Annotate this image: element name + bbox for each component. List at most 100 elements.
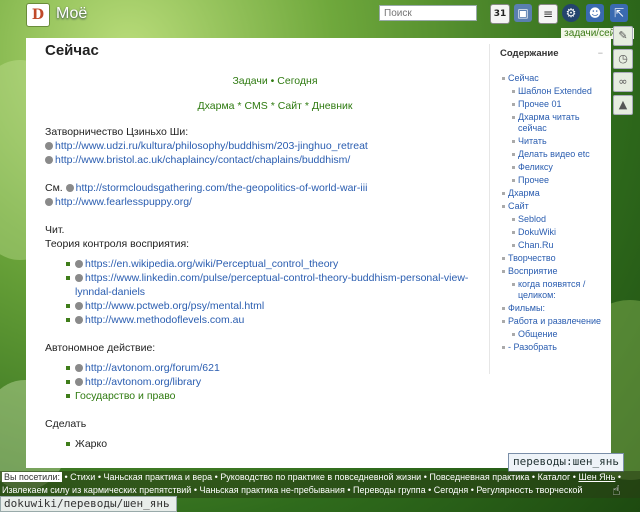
toc-subitem[interactable]: DokuWiki (512, 227, 609, 238)
toc-subitem[interactable]: Делать видео etc (512, 149, 609, 160)
external-link[interactable]: http://stormcloudsgathering.com/the-geop… (76, 182, 368, 194)
toc-subitem[interactable]: Шаблон Extended (512, 86, 609, 97)
toc-subitem[interactable]: когда появятся /целиком: (512, 279, 609, 301)
trail-link[interactable]: Повседневная практика (429, 472, 529, 482)
toc-subitem[interactable]: Прочее (512, 175, 609, 186)
trail-link[interactable]: Каталог (538, 472, 571, 482)
toc-subitem[interactable]: Феликсу (512, 162, 609, 173)
external-link[interactable]: http://www.pctweb.org/psy/mental.html (85, 300, 264, 312)
document-icon[interactable]: ≡ (538, 4, 558, 24)
list-item: http://www.methodoflevels.com.au (66, 313, 505, 327)
list-item: https://en.wikipedia.org/wiki/Perceptual… (66, 257, 505, 271)
globe-icon (45, 156, 53, 164)
globe-icon (75, 260, 83, 268)
external-link[interactable]: https://en.wikipedia.org/wiki/Perceptual… (85, 258, 338, 270)
toc-item[interactable]: Сайт Seblod DokuWiki Chan.Ru (502, 201, 609, 251)
external-link[interactable]: http://www.methodoflevels.com.au (85, 314, 244, 326)
globe-icon (75, 302, 83, 310)
trail-link[interactable]: Стихи (70, 472, 95, 482)
globe-icon (75, 316, 83, 324)
visited-trail: Вы посетили: • Стихи • Чаньская практика… (0, 471, 640, 498)
site-title[interactable]: Моё (56, 5, 87, 23)
internal-link[interactable]: Государство и право (75, 390, 176, 402)
globe-icon (65, 184, 74, 192)
user-icon[interactable]: ☻ (586, 4, 604, 22)
external-link[interactable]: http://www.fearlesspuppy.org/ (55, 196, 192, 208)
link-list: http://avtonom.org/forum/621 http://avto… (45, 361, 505, 403)
calendar-icon[interactable]: 31 (490, 4, 510, 24)
external-link[interactable]: https://www.linkedin.com/pulse/perceptua… (75, 272, 468, 298)
section-heading: Сделать (45, 418, 87, 430)
trail-link[interactable]: Регулярность творческой (476, 485, 582, 495)
external-link[interactable]: http://www.bristol.ac.uk/chaplaincy/cont… (55, 154, 350, 166)
list-item: Государство и право (66, 389, 505, 403)
external-link[interactable]: http://avtonom.org/forum/621 (85, 362, 220, 374)
trail-link[interactable]: Чаньская практика не-пребывания (199, 485, 344, 495)
toc-list: Сейчас Шаблон Extended Прочее 01 Дхарма … (500, 73, 609, 353)
trail-link[interactable]: Чаньская практика и вера (104, 472, 213, 482)
see-label: См. (45, 182, 63, 194)
table-of-contents: Содержание − Сейчас Шаблон Extended Проч… (489, 44, 609, 374)
list-item: http://avtonom.org/library (66, 375, 505, 389)
history-icon[interactable]: ◷ (613, 49, 633, 69)
nav-separator: * (237, 100, 242, 112)
toc-item[interactable]: Фильмы: (502, 303, 609, 314)
toc-subitem[interactable]: Chan.Ru (512, 240, 609, 251)
nav-link-cms[interactable]: CMS (244, 100, 267, 112)
toc-item[interactable]: Сейчас Шаблон Extended Прочее 01 Дхарма … (502, 73, 609, 186)
page-title: Сейчас (45, 42, 99, 59)
nav-separator: * (270, 100, 275, 112)
nav-link-today[interactable]: Сегодня (277, 75, 317, 87)
globe-icon (45, 198, 53, 206)
page-tools: ✎ ◷ ∞ ▲ (613, 26, 633, 118)
trail-link[interactable]: Сегодня (434, 485, 469, 495)
media-manager-icon[interactable]: ▣ (514, 4, 532, 22)
nav-link-site[interactable]: Сайт (278, 100, 302, 112)
toc-item[interactable]: Восприятие когда появятся /целиком: (502, 266, 609, 301)
nav-link-diary[interactable]: Дневник (312, 100, 353, 112)
nav-link-dharma[interactable]: Дхарма (198, 100, 235, 112)
list-item: http://www.pctweb.org/psy/mental.html (66, 299, 505, 313)
trail-link[interactable]: Извлекаем силу из кармических препятстви… (2, 485, 191, 495)
trail-link[interactable]: Переводы группа (353, 485, 426, 495)
toc-subitem[interactable]: Seblod (512, 214, 609, 225)
section-heading: Затворничество Цзиньхо Ши: (45, 126, 189, 138)
toc-item[interactable]: Творчество (502, 253, 609, 264)
toc-subitem[interactable]: Общение (512, 329, 609, 340)
list-item: https://www.linkedin.com/pulse/perceptua… (66, 271, 505, 299)
site-logo[interactable]: D (26, 3, 50, 27)
toc-toggle-button[interactable]: − (598, 48, 603, 58)
page-content: Сейчас Задачи • Сегодня Дхарма * CMS * С… (26, 38, 505, 451)
trail-link[interactable]: Руководство по практике в повседневной ж… (220, 472, 421, 482)
nav-row-1: Задачи • Сегодня (45, 75, 505, 87)
nav-link-tasks[interactable]: Задачи (232, 75, 267, 87)
backlinks-icon[interactable]: ∞ (613, 72, 633, 92)
read-label: Чит. (45, 224, 65, 236)
visited-label: Вы посетили: (2, 472, 62, 482)
nav-separator: • (270, 75, 275, 87)
search-input[interactable] (379, 5, 477, 21)
globe-icon (75, 274, 83, 282)
external-link[interactable]: http://avtonom.org/library (85, 376, 201, 388)
logout-icon[interactable]: ⇱ (610, 4, 628, 22)
trail-link-active[interactable]: Шен Янь (578, 472, 615, 482)
back-to-top-icon[interactable]: ▲ (613, 95, 633, 115)
toc-subitem[interactable]: Прочее 01 (512, 99, 609, 110)
nav-separator: * (304, 100, 309, 112)
gear-icon[interactable]: ⚙ (562, 4, 580, 22)
toc-item[interactable]: Работа и развлечение Общение (502, 316, 609, 340)
nav-row-2: Дхарма * CMS * Сайт * Дневник (45, 100, 505, 112)
list-item: http://avtonom.org/forum/621 (66, 361, 505, 375)
toc-item[interactable]: Дхарма (502, 188, 609, 199)
external-link[interactable]: http://www.udzi.ru/kultura/philosophy/bu… (55, 140, 368, 152)
toc-item[interactable]: - Разобрать (502, 342, 609, 353)
edit-icon[interactable]: ✎ (613, 26, 633, 46)
toc-subitem[interactable]: Читать (512, 136, 609, 147)
section-heading: Автономное действие: (45, 342, 156, 354)
toc-title: Содержание (500, 48, 559, 59)
todo-item: Жарко (75, 438, 108, 450)
section-heading: Теория контроля восприятия: (45, 238, 190, 250)
link-list: https://en.wikipedia.org/wiki/Perceptual… (45, 257, 505, 327)
toc-subitem[interactable]: Дхарма читать сейчас (512, 112, 609, 134)
todo-list: Жарко (45, 437, 505, 451)
